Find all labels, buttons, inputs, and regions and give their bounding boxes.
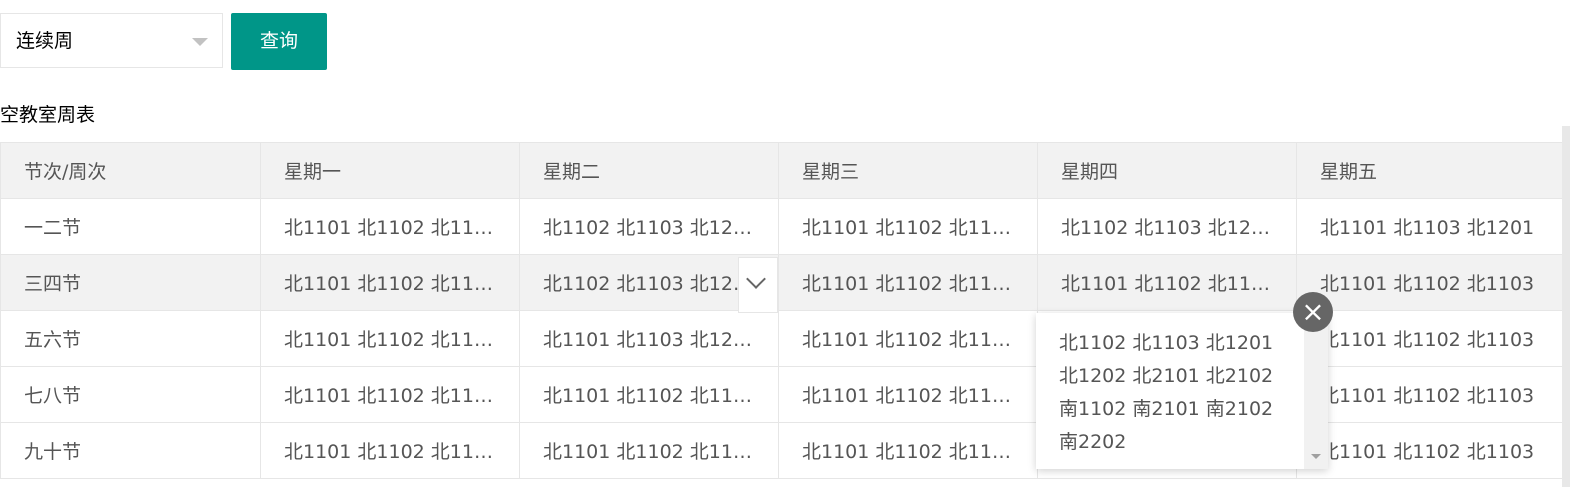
table-cell[interactable]: 北1101 北1102 北11… <box>519 366 779 423</box>
week-type-select[interactable]: 连续周 <box>0 13 223 68</box>
scroll-down-arrow-icon[interactable] <box>1311 454 1321 459</box>
table-cell[interactable]: 北1101 北1102 北1103 <box>1296 366 1563 423</box>
table-cell[interactable]: 北1102 北1103 北12… <box>519 198 779 255</box>
table-cell[interactable]: 北1101 北1103 北1201 <box>1296 198 1563 255</box>
table-cell[interactable]: 北1102 北1103 北12… <box>1037 198 1297 255</box>
popup-line: 北1202 北2101 北2102 <box>1059 365 1274 387</box>
period-cell: 五六节 <box>0 310 261 367</box>
table-cell[interactable]: 北1101 北1103 北12… <box>519 310 779 367</box>
header-wednesday: 星期三 <box>778 142 1038 199</box>
table-cell[interactable]: 北1101 北1102 北11… <box>778 422 1038 479</box>
table-header-row: 节次/周次 星期一 星期二 星期三 星期四 星期五 <box>0 142 1563 199</box>
table-cell[interactable]: 北1101 北1102 北11… <box>1037 254 1297 311</box>
table-cell[interactable]: 北1101 北1102 北11… <box>778 254 1038 311</box>
query-button[interactable]: 查询 <box>231 13 327 70</box>
table-row: 七八节 北1101 北1102 北11… 北1101 北1102 北11… 北1… <box>0 366 1563 423</box>
table-row: 一二节 北1101 北1102 北11… 北1102 北1103 北12… 北1… <box>0 198 1563 255</box>
week-type-select-value: 连续周 <box>16 30 74 52</box>
table-cell[interactable]: 北1101 北1102 北1103 <box>1296 310 1563 367</box>
caret-down-icon <box>192 38 208 46</box>
popup-line: 南1102 南2101 南2102 <box>1059 398 1274 420</box>
popup-scrollbar[interactable] <box>1304 313 1328 469</box>
header-monday: 星期一 <box>260 142 520 199</box>
table-cell[interactable]: 北1101 北1102 北11… <box>260 310 520 367</box>
popup-line: 北1102 北1103 北1201 <box>1059 332 1274 354</box>
period-cell: 三四节 <box>0 254 261 311</box>
header-tuesday: 星期二 <box>519 142 779 199</box>
table-cell[interactable]: 北1101 北1102 北11… <box>260 366 520 423</box>
header-period: 节次/周次 <box>0 142 261 199</box>
cell-detail-popup: 北1102 北1103 北1201 北1202 北2101 北2102 南110… <box>1036 313 1328 469</box>
table-row: 九十节 北1101 北1102 北11… 北1101 北1102 北11… 北1… <box>0 422 1563 479</box>
table-cell[interactable]: 北1101 北1102 北1103 <box>1296 422 1563 479</box>
table-cell[interactable]: 北1101 北1102 北11… <box>260 198 520 255</box>
chevron-down-icon <box>746 269 766 289</box>
header-thursday: 星期四 <box>1037 142 1297 199</box>
period-cell: 一二节 <box>0 198 261 255</box>
header-friday: 星期五 <box>1296 142 1563 199</box>
period-cell: 九十节 <box>0 422 261 479</box>
table-title: 空教室周表 <box>0 104 96 126</box>
table-cell[interactable]: 北1101 北1102 北11… <box>519 422 779 479</box>
table-cell[interactable]: 北1101 北1102 北11… <box>778 366 1038 423</box>
table-cell[interactable]: 北1101 北1102 北1103 <box>1296 254 1563 311</box>
period-cell: 七八节 <box>0 366 261 423</box>
table-cell[interactable]: 北1101 北1102 北11… <box>778 310 1038 367</box>
table-cell[interactable]: 北1101 北1102 北11… <box>260 422 520 479</box>
table-cell[interactable]: 北1101 北1102 北11… <box>260 254 520 311</box>
cell-expand-button[interactable] <box>738 257 778 313</box>
popup-line: 南2202 <box>1059 431 1127 453</box>
page-scrollbar[interactable] <box>1562 126 1570 487</box>
table-cell[interactable]: 北1101 北1102 北11… <box>778 198 1038 255</box>
close-icon[interactable]: × <box>1293 292 1333 332</box>
